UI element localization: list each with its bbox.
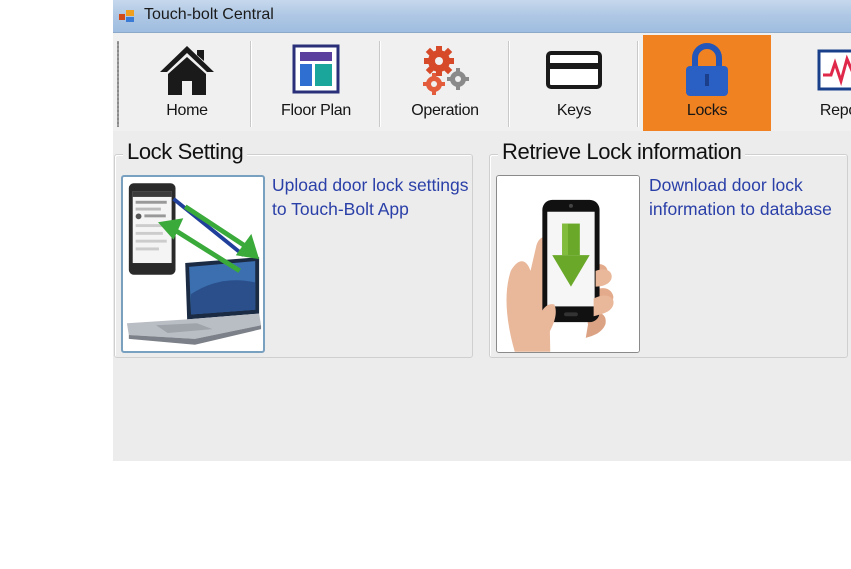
toolbar-floor-plan-button[interactable]: Floor Plan	[252, 35, 380, 131]
phone-laptop-sync-icon	[126, 183, 262, 345]
toolbar-locks-button[interactable]: Locks	[643, 35, 771, 131]
toolbar-label: Locks	[686, 102, 728, 119]
retrieve-lock-title: Retrieve Lock information	[498, 139, 746, 165]
floor-plan-icon	[292, 44, 340, 94]
card-icon	[546, 51, 602, 89]
toolbar-report-button[interactable]: Report	[779, 35, 851, 131]
toolbar-label: Floor Plan	[281, 102, 351, 119]
retrieve-lock-group: Retrieve Lock information Download door …	[489, 139, 849, 358]
toolbar-grip[interactable]	[117, 41, 119, 127]
lock-setting-upload-button[interactable]	[121, 175, 265, 353]
gears-icon	[423, 46, 469, 95]
toolbar-label: Operation	[411, 102, 479, 119]
main-toolbar: Home Floor Plan Operation Keys Locks Rep	[113, 33, 851, 131]
lock-setting-description[interactable]: Upload door lock settings to Touch-Bolt …	[272, 173, 472, 221]
title-bar[interactable]: Touch-bolt Central	[113, 0, 851, 33]
lock-setting-title: Lock Setting	[123, 139, 248, 165]
app-window: Touch-bolt Central Home Floor Plan Opera…	[113, 0, 851, 461]
retrieve-lock-description[interactable]: Download door lock information to databa…	[649, 173, 849, 221]
retrieve-lock-download-button[interactable]	[496, 175, 640, 353]
report-chart-icon	[817, 49, 851, 91]
home-icon	[160, 46, 214, 95]
toolbar-operation-button[interactable]: Operation	[381, 35, 509, 131]
phone-download-icon	[497, 176, 639, 352]
toolbar-home-button[interactable]: Home	[123, 35, 251, 131]
lock-setting-group: Lock Setting Upload door lock settings t…	[114, 139, 473, 358]
toolbar-label: Report	[819, 102, 851, 119]
toolbar-label: Keys	[556, 102, 592, 119]
app-icon	[119, 10, 134, 22]
padlock-icon	[686, 43, 728, 96]
toolbar-keys-button[interactable]: Keys	[510, 35, 638, 131]
window-title: Touch-bolt Central	[144, 6, 274, 23]
toolbar-label: Home	[166, 102, 208, 119]
